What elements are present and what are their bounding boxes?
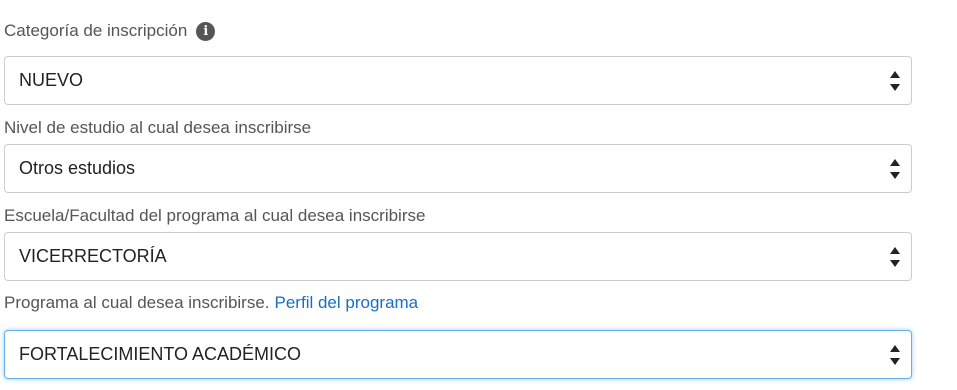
program-label-text: Programa al cual desea inscribirse. — [4, 293, 270, 312]
program-label: Programa al cual desea inscribirse. Perf… — [4, 291, 418, 315]
up-down-arrows-icon — [890, 158, 900, 179]
program-select-value: FORTALECIMIENTO ACADÉMICO — [19, 344, 302, 364]
faculty-label: Escuela/Facultad del programa al cual de… — [4, 204, 425, 228]
study-level-label-text: Nivel de estudio al cual desea inscribir… — [4, 118, 312, 137]
category-label: Categoría de inscripción i — [4, 19, 216, 43]
up-down-arrows-icon — [890, 344, 900, 365]
category-select-value: NUEVO — [19, 70, 84, 90]
faculty-select[interactable]: VICERRECTORÍA — [4, 232, 912, 281]
faculty-label-text: Escuela/Facultad del programa al cual de… — [4, 206, 426, 225]
category-label-text: Categoría de inscripción — [4, 21, 188, 40]
study-level-label: Nivel de estudio al cual desea inscribir… — [4, 116, 311, 140]
study-level-select-value: Otros estudios — [19, 158, 136, 178]
faculty-select-value: VICERRECTORÍA — [19, 246, 167, 266]
program-select[interactable]: FORTALECIMIENTO ACADÉMICO — [4, 330, 912, 379]
up-down-arrows-icon — [890, 70, 900, 91]
info-icon[interactable]: i — [196, 21, 216, 41]
program-profile-link[interactable]: Perfil del programa — [275, 293, 419, 313]
up-down-arrows-icon — [890, 246, 900, 267]
category-select[interactable]: NUEVO — [4, 56, 912, 105]
study-level-select[interactable]: Otros estudios — [4, 144, 912, 193]
